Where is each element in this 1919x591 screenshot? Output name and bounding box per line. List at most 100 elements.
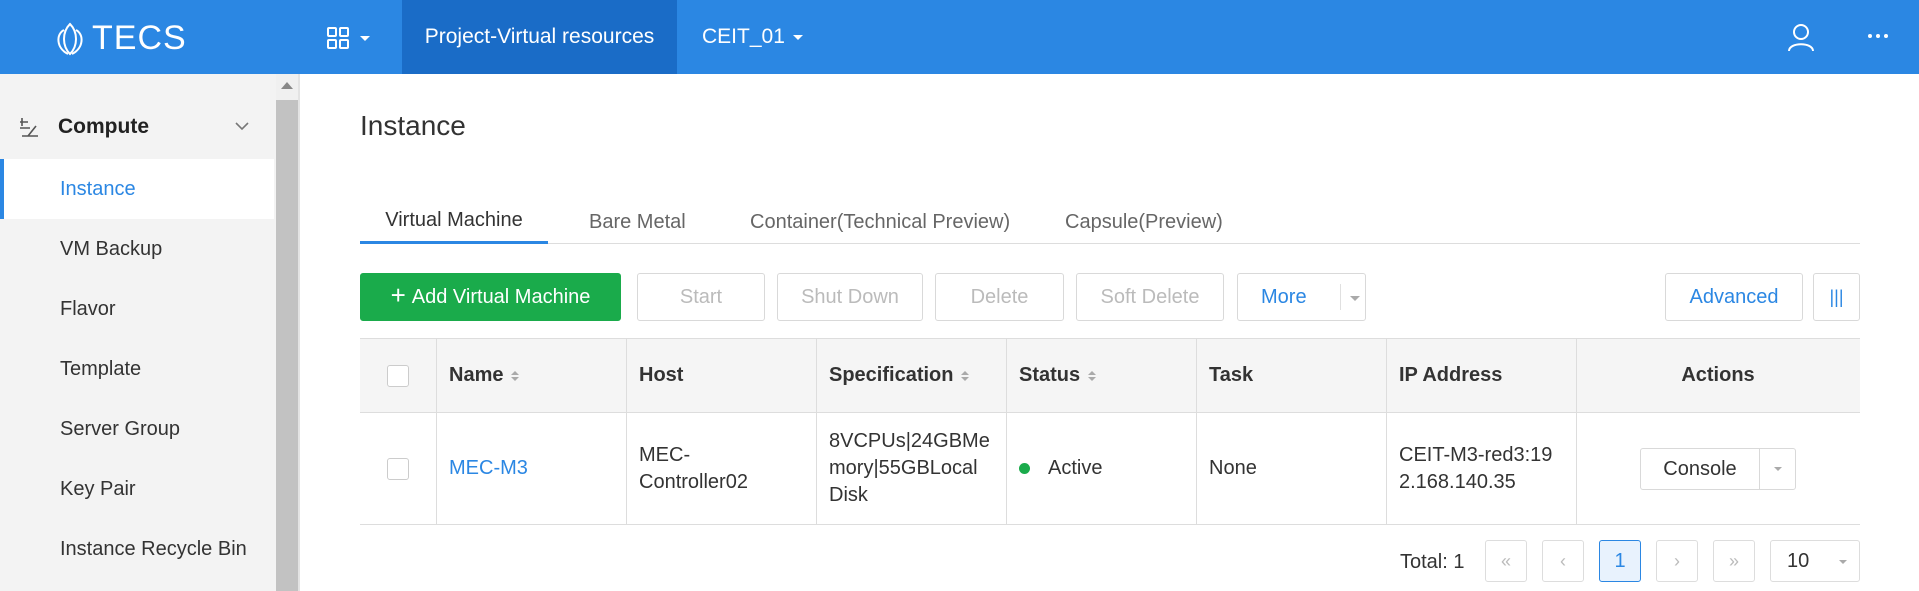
column-header-actions: Actions — [1576, 339, 1860, 412]
status-active-icon — [1019, 463, 1030, 474]
cell-name: MEC-M3 — [436, 413, 626, 524]
console-button[interactable]: Console — [1641, 458, 1759, 481]
prev-page-button[interactable]: ‹ — [1542, 540, 1584, 582]
compute-icon — [20, 118, 38, 137]
host-value: MEC-Controller02 — [639, 443, 748, 493]
project-name: CEIT_01 — [702, 25, 785, 48]
console-split-button[interactable]: Console — [1640, 448, 1796, 490]
chevron-down-icon — [1839, 560, 1847, 564]
column-label: Name — [449, 364, 504, 386]
add-button-label: Add Virtual Machine — [411, 285, 591, 308]
column-header-ip-address: IP Address — [1386, 339, 1576, 412]
column-divider — [1576, 338, 1577, 525]
chevron-down-icon — [1773, 467, 1782, 471]
divider — [298, 74, 300, 591]
specification-value: 8VCPUs|24GBMemory|55GBLocal Disk — [829, 430, 990, 506]
sidebar-section-compute[interactable]: Compute — [0, 98, 278, 156]
sort-icon[interactable] — [1088, 370, 1097, 381]
soft-delete-button[interactable]: Soft Delete — [1076, 273, 1224, 321]
cell-specification: 8VCPUs|24GBMemory|55GBLocal Disk — [816, 413, 1006, 524]
more-menu-icon[interactable] — [1868, 34, 1888, 38]
column-header-status[interactable]: Status — [1006, 339, 1196, 412]
column-label: Host — [639, 364, 684, 386]
sidebar: Compute Instance VM Backup Flavor Templa… — [0, 74, 278, 591]
page-size-select[interactable]: 10 — [1770, 540, 1860, 582]
top-bar: TECS Project-Virtual resources CEIT_01 — [0, 0, 1919, 74]
column-divider — [1386, 338, 1387, 525]
column-header-name[interactable]: Name — [436, 339, 626, 412]
last-page-button[interactable]: » — [1713, 540, 1755, 582]
sidebar-item-instance[interactable]: Instance — [0, 159, 274, 219]
add-virtual-machine-button[interactable]: + Add Virtual Machine — [360, 273, 621, 321]
cell-host: MEC-Controller02 — [626, 413, 816, 524]
cell-status: Active — [1006, 413, 1196, 524]
table-row: MEC-M3 MEC-Controller02 8VCPUs|24GBMemor… — [360, 413, 1860, 525]
tab-bare-metal[interactable]: Bare Metal — [589, 200, 686, 244]
start-button[interactable]: Start — [637, 273, 765, 321]
user-icon[interactable] — [1786, 22, 1816, 52]
cell-task: None — [1196, 413, 1386, 524]
more-dropdown[interactable]: More — [1237, 273, 1366, 321]
sidebar-scroll-thumb[interactable] — [276, 100, 298, 591]
instance-name-link[interactable]: MEC-M3 — [449, 457, 528, 480]
grid-icon — [327, 27, 349, 49]
task-value: None — [1209, 457, 1257, 479]
tab-virtual-machine[interactable]: Virtual Machine — [360, 200, 548, 244]
column-label: IP Address — [1399, 364, 1503, 386]
row-select-cell — [360, 413, 436, 524]
chevron-down-icon — [792, 34, 803, 40]
column-label: Status — [1019, 364, 1081, 386]
ip-address-value: CEIT-M3-red3:192.168.140.35 — [1399, 443, 1553, 493]
tab-capsule[interactable]: Capsule(Preview) — [1065, 200, 1223, 244]
column-label: Actions — [1681, 364, 1755, 386]
column-label: Specification — [829, 364, 954, 386]
select-all-checkbox[interactable] — [387, 364, 409, 387]
sidebar-item-instance-recycle-bin[interactable]: Instance Recycle Bin — [0, 519, 274, 579]
sidebar-section-label: Compute — [58, 115, 149, 138]
table-header: Name Host Specification Status Task IP A… — [360, 338, 1860, 413]
sort-icon[interactable] — [511, 370, 520, 381]
cell-ip-address: CEIT-M3-red3:192.168.140.35 — [1386, 413, 1576, 524]
status-value: Active — [1048, 457, 1103, 479]
select-all-cell — [360, 339, 436, 412]
column-divider — [436, 338, 437, 525]
sidebar-item-vm-backup[interactable]: VM Backup — [0, 219, 274, 279]
sidebar-item-key-pair[interactable]: Key Pair — [0, 459, 274, 519]
advanced-search-button[interactable]: Advanced — [1665, 273, 1803, 321]
more-label: More — [1261, 285, 1307, 308]
divider — [1340, 284, 1341, 310]
first-page-button[interactable]: « — [1485, 540, 1527, 582]
plus-icon: + — [390, 280, 406, 310]
total-count: Total: 1 — [1400, 551, 1465, 573]
page-title: Instance — [360, 110, 466, 141]
sidebar-item-flavor[interactable]: Flavor — [0, 279, 274, 339]
column-divider — [1196, 338, 1197, 525]
page-size-value: 10 — [1787, 549, 1810, 572]
app-switcher[interactable] — [326, 26, 370, 50]
tab-bar: Virtual Machine Bare Metal Container(Tec… — [360, 200, 1860, 244]
console-dropdown[interactable] — [1760, 467, 1795, 471]
sidebar-item-server-group[interactable]: Server Group — [0, 399, 274, 459]
project-selector[interactable]: CEIT_01 — [702, 0, 803, 74]
delete-button[interactable]: Delete — [935, 273, 1064, 321]
chevron-down-icon — [360, 35, 370, 41]
scroll-up-arrow-icon[interactable] — [281, 82, 293, 89]
lotus-logo-icon — [57, 22, 83, 56]
shut-down-button[interactable]: Shut Down — [777, 273, 923, 321]
nav-project-virtual-resources[interactable]: Project-Virtual resources — [402, 0, 677, 74]
column-divider — [626, 338, 627, 525]
column-header-host: Host — [626, 339, 816, 412]
column-header-specification[interactable]: Specification — [816, 339, 1006, 412]
page-number-current[interactable]: 1 — [1599, 540, 1641, 582]
column-settings-icon[interactable]: ||| — [1813, 273, 1860, 321]
brand-name: TECS — [92, 18, 187, 57]
tab-container[interactable]: Container(Technical Preview) — [750, 200, 1010, 244]
row-checkbox[interactable] — [387, 457, 409, 480]
next-page-button[interactable]: › — [1656, 540, 1698, 582]
sort-icon[interactable] — [961, 370, 970, 381]
column-divider — [1006, 338, 1007, 525]
logo[interactable]: TECS — [52, 18, 187, 58]
column-divider — [816, 338, 817, 525]
sidebar-item-template[interactable]: Template — [0, 339, 274, 399]
column-label: Task — [1209, 364, 1254, 386]
